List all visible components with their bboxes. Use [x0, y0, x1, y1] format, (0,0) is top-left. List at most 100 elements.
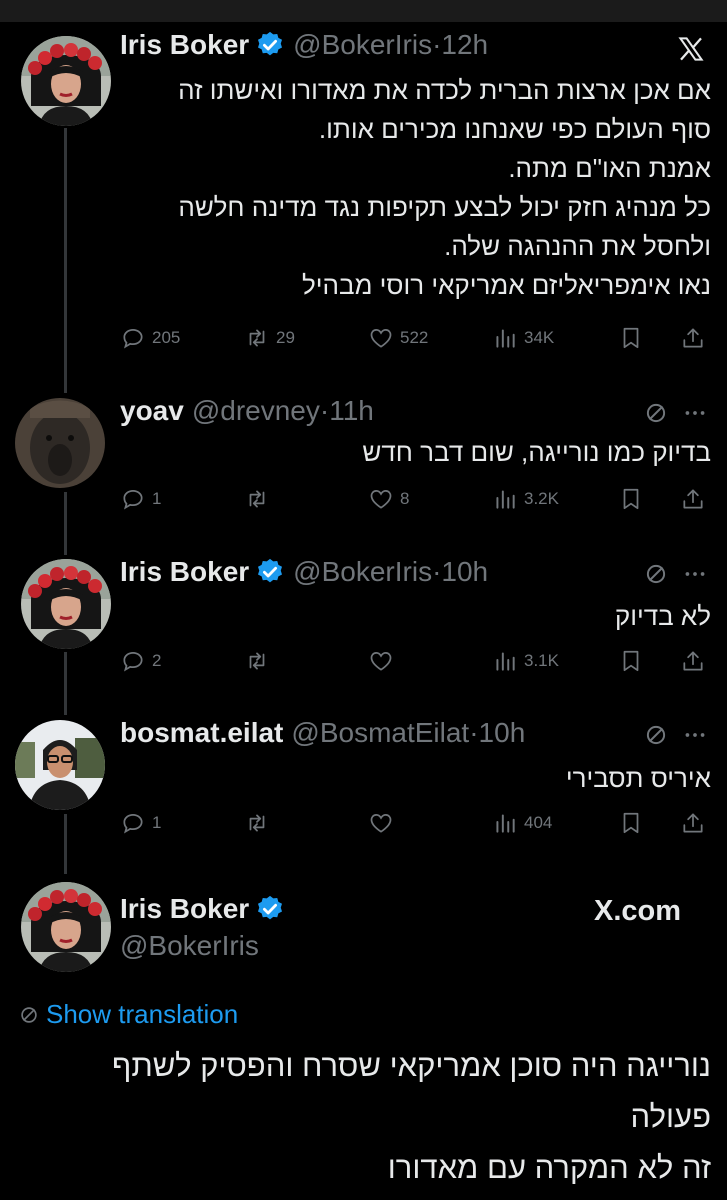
tweet-text-line: אמנת האו"ם מתה. [508, 153, 711, 183]
author-name[interactable]: Iris Boker [120, 893, 249, 925]
views-count: 3.2K [524, 489, 559, 508]
timestamp[interactable]: 12h [441, 29, 488, 61]
like-icon [368, 486, 394, 512]
views-icon [492, 648, 518, 674]
author-handle[interactable]: @BokerIris [293, 556, 432, 588]
author-name[interactable]: Iris Boker [120, 29, 249, 61]
reply-button[interactable]: 1 [120, 810, 161, 836]
views-button[interactable]: 3.2K [492, 486, 559, 512]
like-button[interactable]: 522 [368, 325, 428, 351]
more-icon[interactable] [682, 561, 708, 587]
reply-icon [120, 486, 146, 512]
author-handle[interactable]: @BosmatEilat [291, 717, 469, 749]
tweet-text-line: בדיוק כמו נורייגה, שום דבר חדש [362, 437, 711, 467]
repost-icon [244, 325, 270, 351]
reply-count: 1 [152, 813, 162, 832]
translate-icon [18, 1004, 40, 1026]
share-button[interactable] [680, 810, 706, 836]
bookmark-button[interactable] [618, 325, 644, 351]
translate-icon[interactable] [643, 561, 669, 587]
share-icon [680, 486, 706, 512]
more-icon[interactable] [682, 722, 708, 748]
more-icon[interactable] [682, 400, 708, 426]
tweet-handle-row: @BokerIris [120, 930, 259, 962]
share-icon [680, 810, 706, 836]
author-name[interactable]: yoav [120, 395, 184, 427]
repost-count: 29 [276, 328, 295, 347]
repost-button[interactable] [244, 486, 276, 512]
repost-icon [244, 810, 270, 836]
bookmark-button[interactable] [618, 486, 644, 512]
verified-badge-icon [255, 30, 285, 60]
tweet-actions: 1 8 3.2K [120, 486, 705, 520]
views-button[interactable]: 404 [492, 810, 552, 836]
repost-icon [244, 486, 270, 512]
author-name[interactable]: bosmat.eilat [120, 717, 283, 749]
reply-icon [120, 648, 146, 674]
share-button[interactable] [680, 648, 706, 674]
reply-button[interactable]: 205 [120, 325, 180, 351]
reply-button[interactable]: 2 [120, 648, 161, 674]
views-count: 3.1K [524, 651, 559, 670]
repost-button[interactable] [244, 810, 276, 836]
tweet-text: אם אכן ארצות הברית לכדה את מאדורו ואישתו… [178, 71, 711, 305]
reply-count: 2 [152, 651, 162, 670]
bookmark-button[interactable] [618, 810, 644, 836]
tweet-text-line: פעולה [630, 1099, 711, 1134]
site-watermark: X.com [594, 895, 681, 928]
tweet-text-line: ולחסל את ההנהגה שלה. [444, 231, 711, 261]
tweet-actions: 205 29 522 34K [120, 325, 705, 359]
repost-button[interactable] [244, 648, 276, 674]
reply-button[interactable]: 1 [120, 486, 161, 512]
translate-icon[interactable] [643, 400, 669, 426]
views-button[interactable]: 34K [492, 325, 554, 351]
tweet-text-line: נורייגה היה סוכן אמריקאי שסרח והפסיק לשת… [112, 1048, 711, 1083]
timestamp[interactable]: 10h [441, 556, 488, 588]
share-button[interactable] [680, 486, 706, 512]
tweet-text-line: אם אכן ארצות הברית לכדה את מאדורו ואישתו… [178, 75, 711, 105]
separator-dot: · [432, 29, 442, 60]
x-logo-icon[interactable] [676, 34, 706, 64]
avatar[interactable] [21, 559, 111, 649]
show-translation-link[interactable]: Show translation [18, 999, 238, 1030]
avatar[interactable] [21, 36, 111, 126]
thread-line [64, 652, 67, 715]
tweet-text: איריס תסבירי [566, 759, 711, 798]
tweet-text-line: זה לא המקרה עם מאדורו [387, 1150, 711, 1185]
views-button[interactable]: 3.1K [492, 648, 559, 674]
bookmark-button[interactable] [618, 648, 644, 674]
timestamp[interactable]: 10h [479, 717, 526, 749]
tweet-text: לא בדיוק [615, 597, 711, 636]
separator-dot: · [432, 556, 442, 587]
thread-line [64, 128, 67, 393]
thread-line [64, 492, 67, 555]
timestamp[interactable]: 11h [329, 395, 374, 427]
tweet-text-line: סוף העולם כפי שאנחנו מכירים אותו. [318, 114, 711, 144]
avatar[interactable] [15, 720, 105, 810]
avatar[interactable] [21, 882, 111, 972]
bookmark-icon [618, 325, 644, 351]
separator-dot: · [469, 717, 479, 748]
verified-badge-icon [255, 894, 285, 924]
like-button[interactable]: 8 [368, 486, 409, 512]
author-name[interactable]: Iris Boker [120, 556, 249, 588]
author-handle[interactable]: @drevney [192, 395, 320, 427]
avatar[interactable] [15, 398, 105, 488]
author-handle[interactable]: @BokerIris [120, 930, 259, 962]
views-icon [492, 325, 518, 351]
separator-dot: · [319, 395, 330, 426]
tweet-header: Iris Boker @BokerIris · 10h [120, 556, 488, 588]
like-button[interactable] [368, 648, 400, 674]
translate-icon[interactable] [643, 722, 669, 748]
repost-icon [244, 648, 270, 674]
repost-button[interactable]: 29 [244, 325, 295, 351]
views-icon [492, 486, 518, 512]
like-button[interactable] [368, 810, 400, 836]
reply-icon [120, 810, 146, 836]
site-label: X.com [594, 895, 682, 927]
bookmark-icon [618, 810, 644, 836]
like-count: 522 [400, 328, 429, 347]
share-button[interactable] [680, 325, 706, 351]
author-handle[interactable]: @BokerIris [293, 29, 432, 61]
views-count: 34K [524, 328, 555, 347]
